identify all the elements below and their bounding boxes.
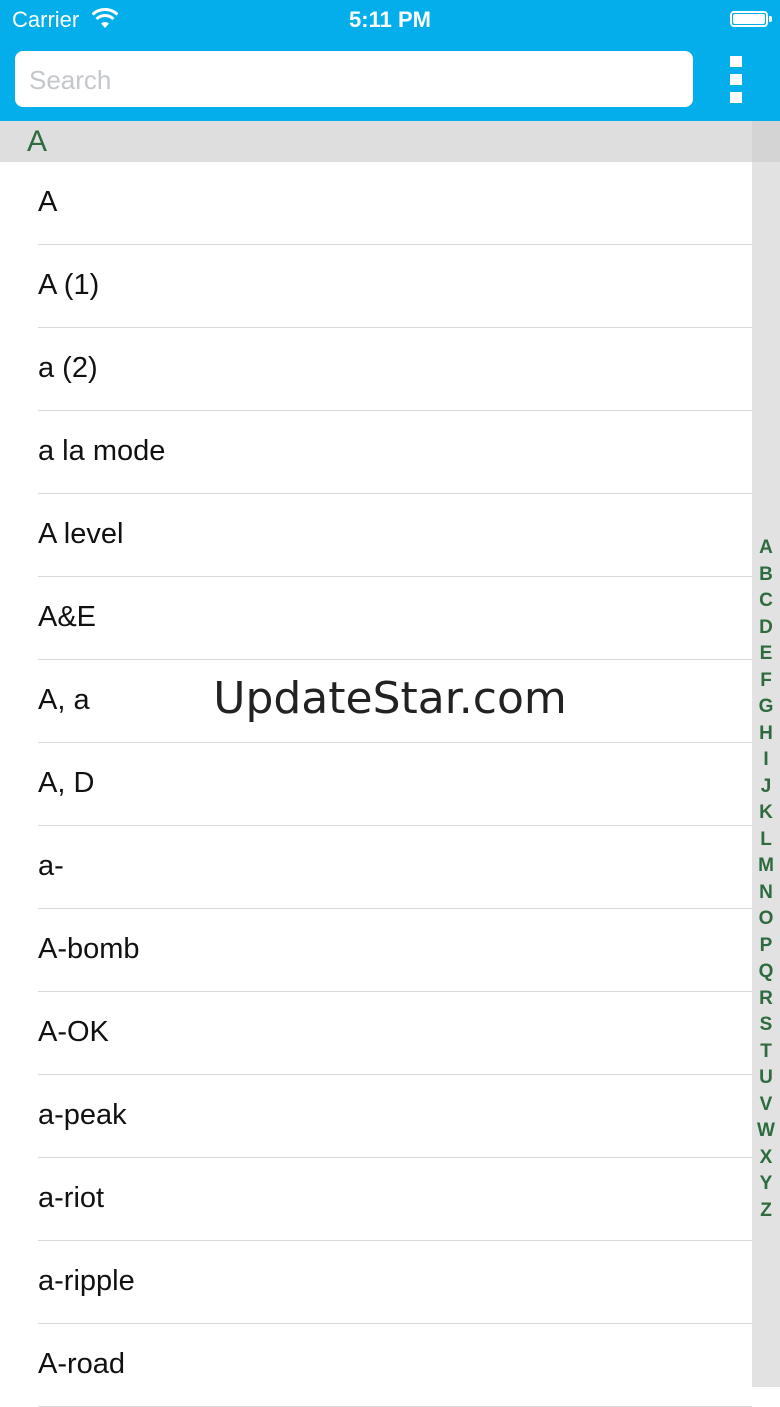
index-letter[interactable]: O <box>752 906 780 933</box>
index-letters[interactable]: A B C D E F G H I J K L M N O P Q R S T … <box>752 535 780 1224</box>
list-item[interactable]: a (2) <box>0 328 752 411</box>
list-item-label: A, D <box>38 767 95 799</box>
list-item-label: a-ripple <box>38 1265 135 1297</box>
index-letter[interactable]: U <box>752 1065 780 1092</box>
watermark: UpdateStar.com <box>213 673 567 724</box>
index-letter[interactable]: A <box>752 535 780 562</box>
list-item[interactable]: A, D <box>0 743 752 826</box>
index-letter[interactable]: R <box>752 986 780 1013</box>
list-item-label: A-bomb <box>38 933 140 965</box>
word-list: A A (1) a (2) a la mode A level A&E A, a… <box>0 162 752 1407</box>
list-item-label: a-riot <box>38 1182 105 1214</box>
list-item[interactable]: a la mode <box>0 411 752 494</box>
list-item-label: a la mode <box>38 435 166 467</box>
index-letter[interactable]: I <box>752 747 780 774</box>
list-item-label: A (1) <box>38 269 100 301</box>
index-letter[interactable]: Q <box>752 959 780 986</box>
list-item-label: A&E <box>38 601 97 633</box>
list-item[interactable]: A <box>0 162 752 245</box>
index-header <box>752 121 780 162</box>
index-letter[interactable]: L <box>752 827 780 854</box>
list-item[interactable]: a- <box>0 826 752 909</box>
list-item[interactable]: A-road <box>0 1324 752 1407</box>
list-item[interactable]: A (1) <box>0 245 752 328</box>
index-letter[interactable]: H <box>752 721 780 748</box>
list-item-label: A-OK <box>38 1016 109 1048</box>
list-item[interactable]: a-ripple <box>0 1241 752 1324</box>
index-letter[interactable]: C <box>752 588 780 615</box>
index-letter[interactable]: W <box>752 1118 780 1145</box>
list-item-label: A level <box>38 518 124 550</box>
list-item[interactable]: A level <box>0 494 752 577</box>
list-item-label: A <box>38 186 58 218</box>
list-item[interactable]: a-peak <box>0 1075 752 1158</box>
list-item[interactable]: A-bomb <box>0 909 752 992</box>
more-vertical-icon[interactable] <box>724 56 750 104</box>
index-letter[interactable]: D <box>752 615 780 642</box>
index-letter[interactable]: T <box>752 1039 780 1066</box>
index-letter[interactable]: Z <box>752 1198 780 1225</box>
index-letter[interactable]: V <box>752 1092 780 1119</box>
index-letter[interactable]: J <box>752 774 780 801</box>
status-time: 5:11 PM <box>349 7 431 32</box>
section-letter: A <box>27 125 48 158</box>
index-letter[interactable]: P <box>752 933 780 960</box>
index-letter[interactable]: Y <box>752 1171 780 1198</box>
index-letter[interactable]: N <box>752 880 780 907</box>
search-placeholder: Search <box>29 65 112 95</box>
index-letter[interactable]: E <box>752 641 780 668</box>
battery-icon <box>730 11 772 27</box>
top-bar: Carrier 5:11 PM Search <box>0 0 780 121</box>
search-input[interactable]: Search <box>15 51 693 107</box>
index-letter[interactable]: S <box>752 1012 780 1039</box>
index-letter[interactable]: K <box>752 800 780 827</box>
list-item[interactable]: A-OK <box>0 992 752 1075</box>
list-item[interactable]: A&E <box>0 577 752 660</box>
index-letter[interactable]: X <box>752 1145 780 1172</box>
status-bar: Carrier 5:11 PM <box>0 0 780 40</box>
list-item-label: A-road <box>38 1348 126 1380</box>
list-item-label: a- <box>38 850 64 882</box>
list-item[interactable]: a-riot <box>0 1158 752 1241</box>
section-header: A <box>0 121 752 162</box>
index-letter[interactable]: B <box>752 562 780 589</box>
index-letter[interactable]: M <box>752 853 780 880</box>
list-item-label: a-peak <box>38 1099 127 1131</box>
list-item-label: a (2) <box>38 352 98 384</box>
alphabet-index[interactable]: A B C D E F G H I J K L M N O P Q R S T … <box>752 121 780 1387</box>
